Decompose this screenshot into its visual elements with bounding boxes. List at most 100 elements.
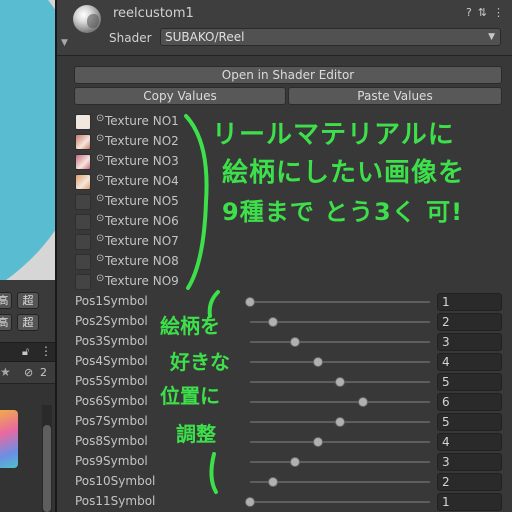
scene-view[interactable] [0, 0, 56, 280]
menu-icon[interactable]: ⋮ [40, 344, 52, 358]
object-picker-icon[interactable]: ⊙ [96, 173, 104, 184]
slider-thumb[interactable] [313, 437, 323, 447]
object-picker-icon[interactable]: ⊙ [96, 113, 104, 124]
annotation-side-2: 好きな [170, 350, 230, 374]
position-label: Pos8Symbol [75, 434, 148, 448]
texture-row[interactable]: ⊙ Texture NO9 [75, 272, 275, 292]
position-label: Pos4Symbol [75, 354, 148, 368]
slider-track[interactable] [250, 501, 430, 503]
quality-button-high[interactable]: 高 [0, 292, 12, 309]
texture-thumbnail[interactable] [75, 214, 91, 230]
slider-value-field[interactable]: 6 [437, 393, 502, 411]
material-name: reelcustom1 [113, 6, 194, 21]
header-icons: ? ⇅ ⋮ [466, 6, 504, 19]
slider-value-field[interactable]: 1 [437, 293, 502, 311]
object-picker-icon[interactable]: ⊙ [96, 133, 104, 144]
scrollbar-thumb[interactable] [43, 425, 51, 512]
slider-thumb[interactable] [290, 337, 300, 347]
position-label: Pos10Symbol [75, 474, 156, 488]
position-label: Pos7Symbol [75, 414, 148, 428]
texture-thumbnail[interactable] [75, 254, 91, 270]
object-picker-icon[interactable]: ⊙ [96, 233, 104, 244]
slider-track[interactable] [250, 361, 430, 363]
object-picker-icon[interactable]: ⊙ [96, 253, 104, 264]
chevron-down-icon: ▼ [488, 32, 495, 42]
slider-thumb[interactable] [268, 317, 278, 327]
texture-label: Texture NO6 [105, 214, 179, 228]
inspector-panel: ▼ reelcustom1 ? ⇅ ⋮ Shader SUBAKO/Reel ▼… [57, 0, 512, 512]
hidden-count-icon[interactable]: ⊘ [24, 366, 33, 379]
texture-thumbnail[interactable] [75, 154, 91, 170]
slider-track[interactable] [250, 301, 430, 303]
texture-thumbnail[interactable] [75, 194, 91, 210]
help-icon[interactable]: ? [466, 6, 472, 19]
position-label: Pos11Symbol [75, 494, 156, 508]
slider-value-field[interactable]: 4 [437, 353, 502, 371]
quality-button-ultra[interactable]: 超 [17, 314, 39, 331]
paste-values-button[interactable]: Paste Values [288, 87, 502, 105]
slider-thumb[interactable] [245, 497, 255, 507]
slider-track[interactable] [250, 341, 430, 343]
texture-thumbnail[interactable] [75, 114, 91, 130]
annotation-line-3: 9種まで とう3く 可! [222, 198, 464, 226]
texture-row[interactable]: ⊙ Texture NO8 [75, 252, 275, 272]
object-picker-icon[interactable]: ⊙ [96, 273, 104, 284]
shader-dropdown-value: SUBAKO/Reel [165, 30, 245, 44]
slider-thumb[interactable] [313, 357, 323, 367]
position-label: Pos1Symbol [75, 294, 148, 308]
project-tabbar: 🔓︎ ⋮ [0, 342, 56, 362]
texture-row[interactable]: ⊙ Texture NO7 [75, 232, 275, 252]
slider-value-field[interactable]: 1 [437, 493, 502, 511]
slider-thumb[interactable] [245, 297, 255, 307]
slider-value-field[interactable]: 5 [437, 413, 502, 431]
slider-value-field[interactable]: 2 [437, 313, 502, 331]
texture-label: Texture NO7 [105, 234, 179, 248]
annotation-side-4: 調整 [176, 422, 216, 446]
object-picker-icon[interactable]: ⊙ [96, 193, 104, 204]
slider-value-field[interactable]: 4 [437, 433, 502, 451]
open-shader-editor-button[interactable]: Open in Shader Editor [74, 66, 502, 84]
foldout-arrow-icon[interactable]: ▼ [61, 38, 68, 48]
quality-button-ultra[interactable]: 超 [17, 292, 39, 309]
scrollbar[interactable] [42, 405, 52, 512]
copy-values-button[interactable]: Copy Values [74, 87, 286, 105]
asset-thumbnail[interactable] [0, 410, 18, 468]
object-picker-icon[interactable]: ⊙ [96, 153, 104, 164]
shader-dropdown[interactable]: SUBAKO/Reel ▼ [160, 28, 501, 46]
slider-thumb[interactable] [268, 477, 278, 487]
position-label: Pos2Symbol [75, 314, 148, 328]
lock-icon[interactable]: 🔓︎ [22, 345, 29, 359]
object-picker-icon[interactable]: ⊙ [96, 213, 104, 224]
favorite-star-icon[interactable]: ★ [0, 365, 11, 379]
position-label: Pos9Symbol [75, 454, 148, 468]
slider-value-field[interactable]: 5 [437, 373, 502, 391]
annotation-side-3: 位置に [160, 384, 220, 408]
slider-track[interactable] [250, 441, 430, 443]
annotation-line-2: 絵柄にしたい画像を [222, 158, 466, 188]
texture-thumbnail[interactable] [75, 234, 91, 250]
slider-thumb[interactable] [335, 377, 345, 387]
slider-thumb[interactable] [358, 397, 368, 407]
annotation-line-1: リールマテリアルに [212, 120, 455, 150]
texture-label: Texture NO4 [105, 174, 179, 188]
texture-thumbnail[interactable] [75, 174, 91, 190]
preset-icon[interactable]: ⇅ [478, 6, 487, 19]
slider-thumb[interactable] [335, 417, 345, 427]
slider-value-field[interactable]: 2 [437, 473, 502, 491]
slider-thumb[interactable] [290, 457, 300, 467]
position-label: Pos5Symbol [75, 374, 148, 388]
texture-label: Texture NO1 [105, 114, 179, 128]
texture-label: Texture NO2 [105, 134, 179, 148]
slider-track[interactable] [250, 461, 430, 463]
position-label: Pos3Symbol [75, 334, 148, 348]
texture-thumbnail[interactable] [75, 274, 91, 290]
quality-button-high[interactable]: 高 [0, 314, 12, 331]
slider-track[interactable] [250, 401, 430, 403]
texture-label: Texture NO5 [105, 194, 179, 208]
context-menu-icon[interactable]: ⋮ [493, 6, 504, 19]
slider-value-field[interactable]: 3 [437, 333, 502, 351]
shader-label: Shader [109, 31, 152, 45]
left-panel: 高 超 高 超 🔓︎ ⋮ ★ ⊘ 2 [0, 0, 56, 512]
texture-thumbnail[interactable] [75, 134, 91, 150]
slider-value-field[interactable]: 3 [437, 453, 502, 471]
